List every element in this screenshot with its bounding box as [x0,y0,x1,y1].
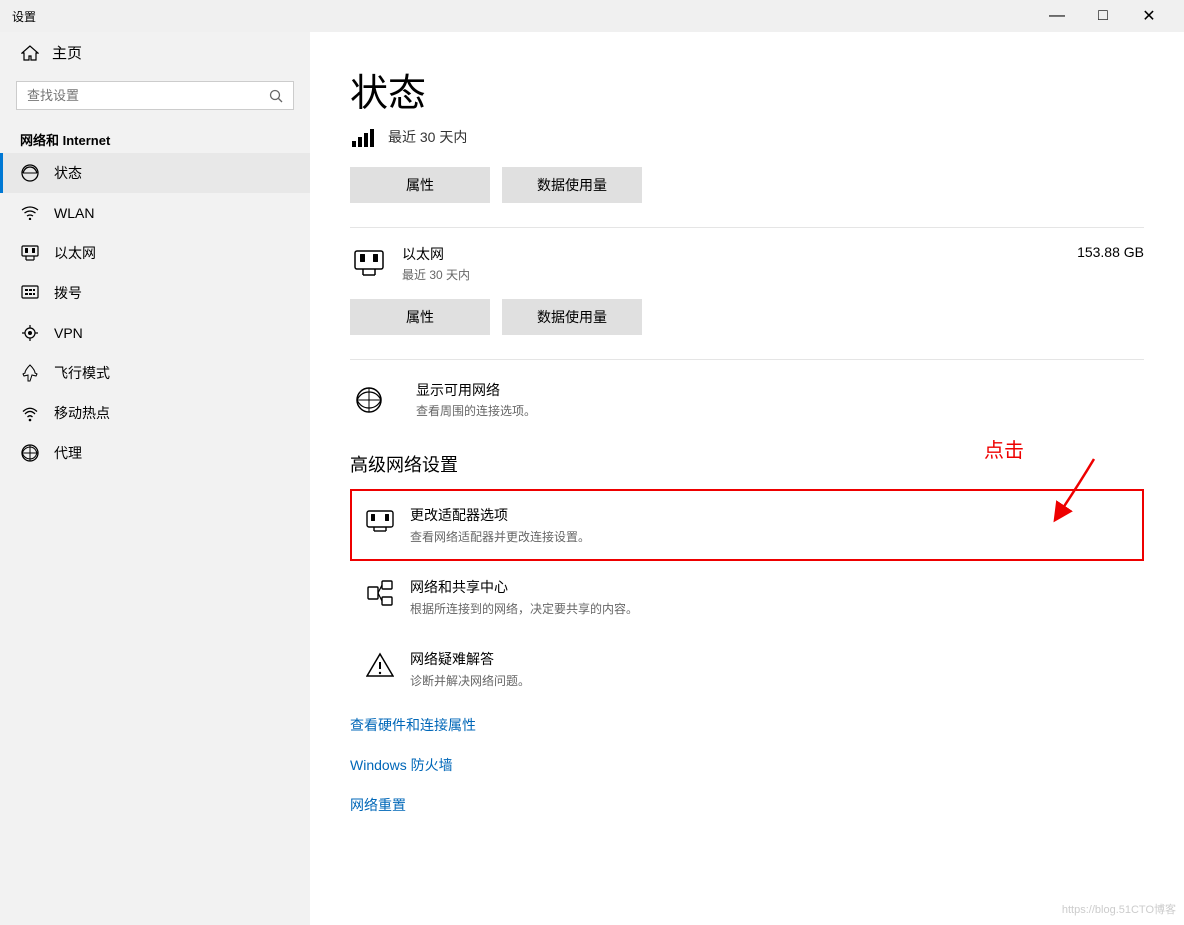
wifi-properties-button[interactable]: 属性 [350,167,490,203]
proxy-icon [20,443,40,463]
sharing-text: 网络和共享中心 根据所连接到的网络，决定要共享的内容。 [410,577,638,617]
sidebar-section-title: 网络和 Internet [0,122,310,153]
close-button[interactable]: ✕ [1126,0,1172,32]
sidebar-item-hotspot-label: 移动热点 [54,403,110,423]
sidebar-item-dialup-label: 拨号 [54,283,82,303]
show-networks-text: 显示可用网络 查看周围的连接选项。 [416,380,536,419]
show-networks-title: 显示可用网络 [416,380,536,400]
connection-status: 最近 30 天内 [350,127,1144,147]
sharing-title: 网络和共享中心 [410,577,638,597]
connection-label: 最近 30 天内 [388,127,467,147]
search-icon [269,89,283,103]
sidebar-item-dialup[interactable]: 拨号 [0,273,310,313]
ethernet-sub: 最近 30 天内 [402,266,1077,283]
minimize-button[interactable]: — [1034,0,1080,32]
search-input[interactable] [27,88,261,103]
adapter-title: 更改适配器选项 [410,505,590,525]
sidebar-item-vpn-label: VPN [54,325,83,341]
troubleshoot-icon [364,649,396,681]
status-icon [20,163,40,183]
sharing-center-item[interactable]: 网络和共享中心 根据所连接到的网络，决定要共享的内容。 [350,561,1144,633]
page-title: 状态 [350,62,1144,117]
sidebar-item-airplane-label: 飞行模式 [54,363,110,383]
advanced-title: 高级网络设置 [350,451,1144,477]
sidebar-item-wlan-label: WLAN [54,205,94,221]
show-networks-icon [350,381,388,419]
search-box[interactable] [16,81,294,110]
firewall-link[interactable]: Windows 防火墙 [350,745,1144,785]
show-networks-desc: 查看周围的连接选项。 [416,402,536,419]
maximize-button[interactable]: □ [1080,0,1126,32]
troubleshoot-text: 网络疑难解答 诊断并解决网络问题。 [410,649,530,689]
adapter-desc: 查看网络适配器并更改连接设置。 [410,528,590,545]
vpn-icon [20,323,40,343]
adapter-icon [364,505,396,537]
main-layout: 主页 网络和 Internet [0,32,1184,925]
ethernet-properties-button[interactable]: 属性 [350,299,490,335]
sidebar: 主页 网络和 Internet [0,32,310,925]
ethernet-icon [20,243,40,263]
sidebar-item-airplane[interactable]: 飞行模式 [0,353,310,393]
sidebar-item-proxy-label: 代理 [54,443,82,463]
sidebar-item-hotspot[interactable]: 移动热点 [0,393,310,433]
dialup-icon [20,283,40,303]
hotspot-icon [20,403,40,423]
network-reset-link[interactable]: 网络重置 [350,785,1144,825]
sidebar-item-status[interactable]: 状态 [0,153,310,193]
sidebar-item-ethernet[interactable]: 以太网 [0,233,310,273]
window-title: 设置 [12,8,1034,25]
content-area: 状态 最近 30 天内 属性 数据使用量 [310,32,1184,925]
sidebar-item-vpn[interactable]: VPN [0,313,310,353]
sidebar-item-proxy[interactable]: 代理 [0,433,310,473]
show-networks[interactable]: 显示可用网络 查看周围的连接选项。 [350,368,1144,431]
ethernet-buttons: 属性 数据使用量 [350,299,1144,335]
home-icon [20,43,40,63]
home-label: 主页 [52,42,82,63]
settings-window: 设置 — □ ✕ 主页 [0,0,1184,925]
troubleshoot-item[interactable]: 网络疑难解答 诊断并解决网络问题。 [350,633,1144,705]
wifi-buttons: 属性 数据使用量 [350,167,1144,203]
ethernet-name: 以太网 [402,244,1077,264]
troubleshoot-desc: 诊断并解决网络问题。 [410,672,530,689]
divider-1 [350,359,1144,360]
ethernet-info: 以太网 最近 30 天内 [402,244,1077,283]
sidebar-item-status-label: 状态 [54,163,82,183]
adapter-text: 更改适配器选项 查看网络适配器并更改连接设置。 [410,505,590,545]
troubleshoot-title: 网络疑难解答 [410,649,530,669]
window-controls: — □ ✕ [1034,0,1172,32]
adapter-options-item[interactable]: 更改适配器选项 查看网络适配器并更改连接设置。 [350,489,1144,561]
watermark: https://blog.51CTO博客 [1062,901,1176,917]
wifi-data-usage-button[interactable]: 数据使用量 [502,167,642,203]
annotation-wrapper: 点击 [350,489,1144,561]
ethernet-section: 以太网 最近 30 天内 153.88 GB [350,227,1144,299]
ethernet-data: 153.88 GB [1077,244,1144,260]
sidebar-item-home[interactable]: 主页 [0,32,310,73]
sidebar-item-wlan[interactable]: WLAN [0,193,310,233]
sharing-icon [364,577,396,609]
ethernet-data-usage-button[interactable]: 数据使用量 [502,299,642,335]
hardware-properties-link[interactable]: 查看硬件和连接属性 [350,705,1144,745]
title-bar: 设置 — □ ✕ [0,0,1184,32]
ethernet-section-icon [350,244,388,282]
sidebar-item-ethernet-label: 以太网 [54,243,96,263]
wlan-icon [20,203,40,223]
sharing-desc: 根据所连接到的网络，决定要共享的内容。 [410,600,638,617]
signal-icon [350,127,378,147]
airplane-icon [20,363,40,383]
